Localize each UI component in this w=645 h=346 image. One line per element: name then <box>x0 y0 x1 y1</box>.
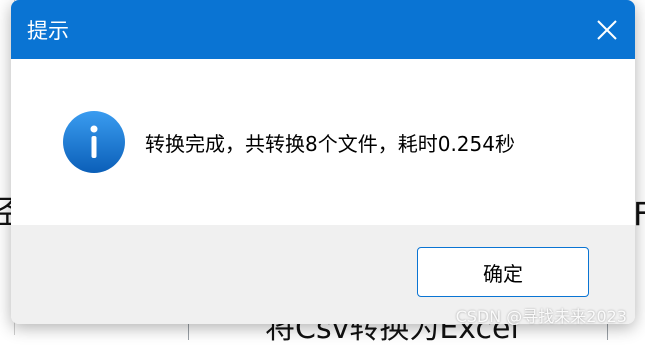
close-icon <box>597 19 617 40</box>
dialog-message: 转换完成，共转换8个文件，耗时0.254秒 <box>145 131 515 156</box>
dialog-content: 转换完成，共转换8个文件，耗时0.254秒 <box>11 59 635 225</box>
close-button[interactable] <box>579 0 635 59</box>
ok-button[interactable]: 确定 <box>417 247 589 297</box>
dialog-title: 提示 <box>27 18 69 43</box>
message-dialog: 提示 转换完成，共转换8个文件，耗时0.254秒 确定 <box>11 0 635 324</box>
info-icon <box>63 111 125 173</box>
dialog-titlebar: 提示 <box>11 0 635 59</box>
watermark: CSDN @寻找未来2023 <box>455 307 627 326</box>
